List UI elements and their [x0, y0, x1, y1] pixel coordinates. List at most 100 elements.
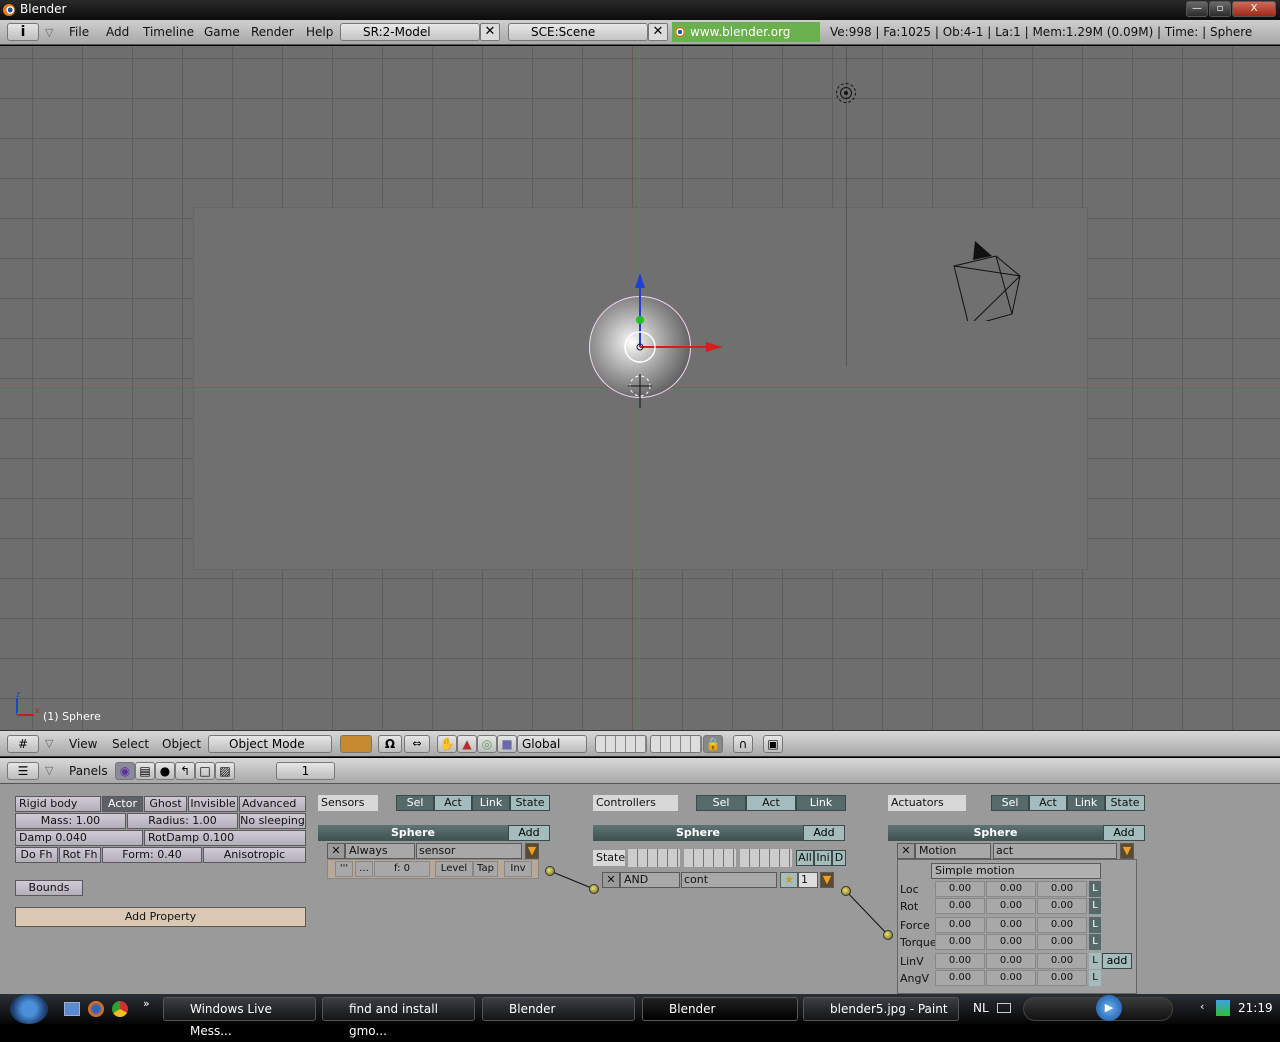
- controller-name-field[interactable]: cont: [681, 872, 777, 888]
- motion-type-selector[interactable]: Simple motion: [931, 863, 1101, 879]
- maximize-button[interactable]: ▫: [1209, 1, 1231, 17]
- actuators-state-toggle[interactable]: State: [1105, 795, 1145, 811]
- info-window-type-icon[interactable]: i: [7, 23, 39, 41]
- linv-x-field[interactable]: 0.00: [935, 953, 985, 969]
- state-ini-button[interactable]: Ini: [814, 850, 832, 866]
- actuators-link-toggle[interactable]: Link: [1067, 795, 1105, 811]
- tray-expand-icon[interactable]: ‹: [1200, 1000, 1204, 1013]
- add-controller-button[interactable]: Add: [803, 825, 845, 841]
- angv-local-toggle[interactable]: L: [1089, 970, 1101, 986]
- draw-type-icon[interactable]: [340, 735, 372, 753]
- editor-type-icon[interactable]: #: [7, 735, 39, 753]
- collapse-controller-icon[interactable]: ▼: [820, 872, 834, 888]
- keyboard-icon[interactable]: [997, 1003, 1011, 1013]
- force-local-toggle[interactable]: L: [1089, 917, 1101, 933]
- layer-buttons-1-10[interactable]: [595, 735, 647, 753]
- pivot-icon[interactable]: Ω: [378, 735, 402, 753]
- linv-local-toggle[interactable]: L: [1089, 953, 1101, 969]
- controllers-object-header[interactable]: Sphere: [593, 825, 803, 841]
- 3d-viewport[interactable]: z x (1) Sphere: [0, 46, 1280, 730]
- menu-render[interactable]: Render: [251, 25, 294, 39]
- firefox-icon[interactable]: [88, 1001, 104, 1017]
- controller-input-knob[interactable]: [589, 884, 599, 894]
- lock-icon[interactable]: 🔒: [703, 735, 723, 753]
- hand-manipulator-icon[interactable]: ✋: [437, 735, 457, 753]
- collapse-menu-icon[interactable]: ▽: [45, 26, 53, 39]
- scale-icon[interactable]: ■: [497, 735, 517, 753]
- rotate-icon[interactable]: ◎: [477, 735, 497, 753]
- menu-view[interactable]: View: [69, 737, 97, 751]
- delete-actuator-icon[interactable]: ✕: [897, 843, 915, 859]
- angv-x-field[interactable]: 0.00: [935, 970, 985, 986]
- actuators-object-header[interactable]: Sphere: [888, 825, 1103, 841]
- controllers-act-toggle[interactable]: Act: [746, 795, 796, 811]
- render-preview-icon[interactable]: ▣: [763, 735, 783, 753]
- controller-type-selector[interactable]: AND: [620, 872, 680, 888]
- controllers-link-toggle[interactable]: Link: [796, 795, 846, 811]
- torque-z-field[interactable]: 0.00: [1037, 934, 1087, 950]
- taskbar-item-blender-1[interactable]: Blender: [482, 997, 635, 1021]
- taskbar-item-messenger[interactable]: Windows Live Mess...: [163, 997, 316, 1038]
- taskbar-item-paint[interactable]: blender5.jpg - Paint: [803, 997, 959, 1021]
- torque-local-toggle[interactable]: L: [1089, 934, 1101, 950]
- language-indicator[interactable]: NL: [973, 1001, 989, 1015]
- taskbar-item-blender-2[interactable]: Blender: [642, 997, 798, 1021]
- linv-y-field[interactable]: 0.00: [986, 953, 1036, 969]
- torque-y-field[interactable]: 0.00: [986, 934, 1036, 950]
- show-desktop-icon[interactable]: [64, 1002, 80, 1016]
- menu-object[interactable]: Object: [162, 737, 201, 751]
- screen-selector[interactable]: SR:2-Model: [340, 23, 480, 41]
- start-button[interactable]: [10, 994, 48, 1024]
- play-button[interactable]: ▶: [1096, 995, 1122, 1021]
- state-all-button[interactable]: All: [796, 850, 814, 866]
- delete-scene-button[interactable]: ✕: [648, 23, 668, 41]
- taskbar-item-chrome[interactable]: find and install gmo...: [322, 997, 475, 1038]
- blender-version-link[interactable]: www.blender.org 249.2: [672, 22, 820, 59]
- force-x-field[interactable]: 0.00: [935, 917, 985, 933]
- loc-z-field[interactable]: 0.00: [1037, 881, 1087, 897]
- translate-icon[interactable]: ▲: [457, 735, 477, 753]
- lamp-icon[interactable]: [836, 83, 856, 103]
- loc-x-field[interactable]: 0.00: [935, 881, 985, 897]
- collapse-actuator-icon[interactable]: ▼: [1120, 843, 1134, 859]
- actuator-input-knob[interactable]: [883, 930, 893, 940]
- scene-selector[interactable]: SCE:Scene: [508, 23, 648, 41]
- actuators-sel-toggle[interactable]: Sel: [991, 795, 1029, 811]
- menu-select[interactable]: Select: [112, 737, 149, 751]
- menu-file[interactable]: File: [69, 25, 89, 39]
- rot-y-field[interactable]: 0.00: [986, 898, 1036, 914]
- transform-manipulator[interactable]: [580, 266, 740, 416]
- loc-local-toggle[interactable]: L: [1089, 881, 1101, 897]
- state-buttons-3[interactable]: [740, 849, 792, 867]
- orientation-selector[interactable]: Global: [517, 735, 587, 753]
- widget-toggle-icon[interactable]: ⇔: [404, 735, 430, 753]
- chrome-icon[interactable]: [112, 1001, 128, 1017]
- snap-magnet-icon[interactable]: ∩: [733, 735, 753, 753]
- angv-z-field[interactable]: 0.00: [1037, 970, 1087, 986]
- network-icon[interactable]: [1216, 1000, 1230, 1016]
- actuators-act-toggle[interactable]: Act: [1029, 795, 1067, 811]
- loc-y-field[interactable]: 0.00: [986, 881, 1036, 897]
- delete-controller-icon[interactable]: ✕: [602, 872, 620, 888]
- quicklaunch-more-icon[interactable]: »: [143, 997, 150, 1010]
- actuator-type-selector[interactable]: Motion: [915, 843, 991, 859]
- camera-object[interactable]: [945, 236, 1030, 321]
- add-actuator-button[interactable]: Add: [1103, 825, 1145, 841]
- sensor-output-knob[interactable]: [545, 866, 555, 876]
- controller-bookmark-icon[interactable]: ★: [780, 872, 798, 888]
- state-debug-button[interactable]: D: [832, 850, 846, 866]
- close-window-button[interactable]: X: [1232, 1, 1276, 17]
- state-buttons-1[interactable]: [628, 849, 680, 867]
- clock[interactable]: 21:19: [1238, 1001, 1273, 1015]
- state-buttons-2[interactable]: [684, 849, 736, 867]
- rot-x-field[interactable]: 0.00: [935, 898, 985, 914]
- actuator-name-field[interactable]: act: [993, 843, 1117, 859]
- linv-z-field[interactable]: 0.00: [1037, 953, 1087, 969]
- force-z-field[interactable]: 0.00: [1037, 917, 1087, 933]
- menu-help[interactable]: Help: [306, 25, 333, 39]
- menu-add[interactable]: Add: [106, 25, 129, 39]
- torque-x-field[interactable]: 0.00: [935, 934, 985, 950]
- controllers-sel-toggle[interactable]: Sel: [696, 795, 746, 811]
- rot-local-toggle[interactable]: L: [1089, 898, 1101, 914]
- angv-y-field[interactable]: 0.00: [986, 970, 1036, 986]
